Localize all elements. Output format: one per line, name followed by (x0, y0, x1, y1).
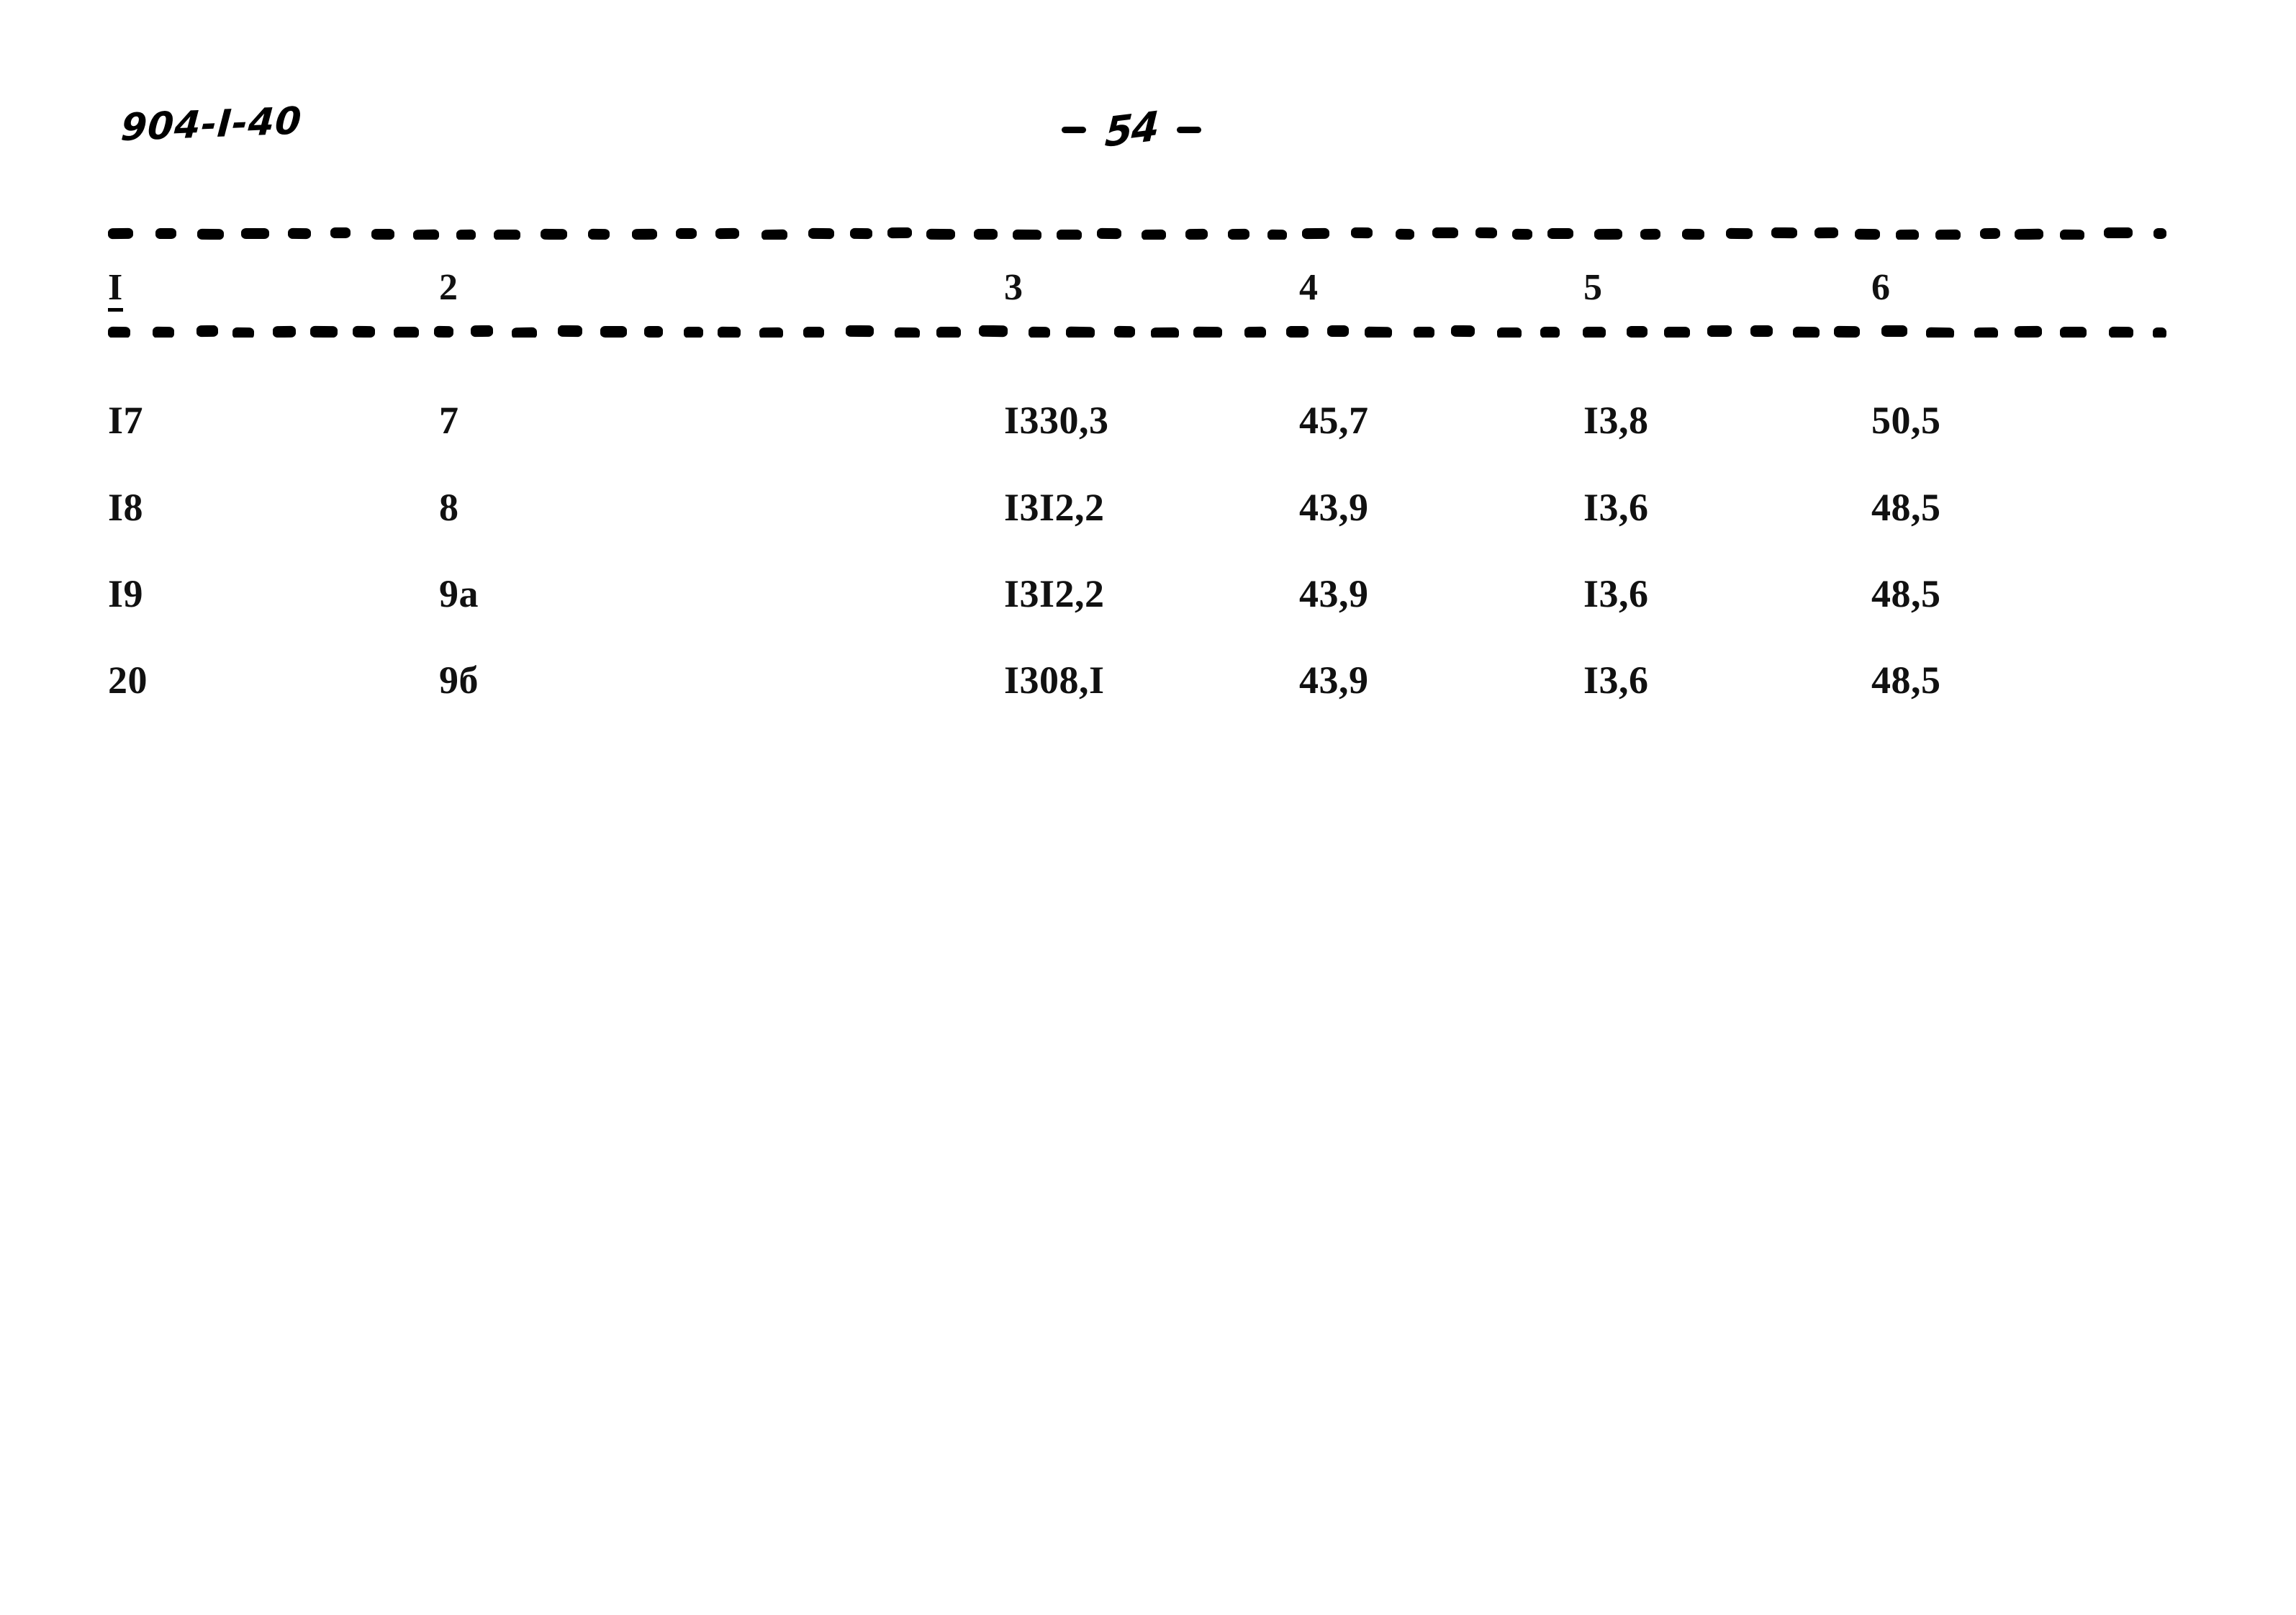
table-row: I9 (108, 572, 144, 615)
table-row: 50,5 (1871, 399, 1941, 442)
table-row: 43,9 (1299, 486, 1369, 529)
table-row: 7 (439, 399, 459, 442)
table-row: I3,8 (1583, 399, 1649, 442)
table-row: I3,6 (1583, 659, 1649, 702)
document-code-annotation: 904-I-40 (119, 99, 304, 150)
table-row: I7 (108, 399, 144, 442)
table-row: I3I2,2 (1004, 572, 1105, 615)
table-row: 48,5 (1871, 572, 1941, 615)
column-header-6: 6 (1871, 267, 1891, 308)
table-row: 9a (439, 572, 479, 615)
page-number-value: 54 (1103, 103, 1160, 157)
column-header-3: 3 (1004, 267, 1023, 308)
page-number-annotation: 54 (1062, 103, 1201, 157)
table-row: I8 (108, 486, 144, 529)
column-header-2: 2 (439, 267, 458, 308)
table-row: 45,7 (1299, 399, 1369, 442)
table-row: 9б (439, 659, 479, 702)
table-row: 48,5 (1871, 659, 1941, 702)
table-row: I3,6 (1583, 486, 1649, 529)
table-row: 43,9 (1299, 572, 1369, 615)
table-row: I3,6 (1583, 572, 1649, 615)
table-row: 43,9 (1299, 659, 1369, 702)
table-row: 8 (439, 486, 459, 529)
dashed-rule-top (108, 227, 2166, 240)
column-header-5: 5 (1583, 267, 1603, 308)
dashed-rule-bottom (108, 325, 2166, 338)
page-number-right-dash (1176, 127, 1201, 133)
column-header-4: 4 (1299, 267, 1319, 308)
table-row: 20 (108, 659, 148, 702)
table-row: I330,3 (1004, 399, 1109, 442)
document-page: 904-I-40 54 I 2 3 4 5 6 I7 7 I330,3 45,7… (0, 0, 2296, 1615)
page-number-left-dash (1062, 127, 1086, 133)
table-row: I3I2,2 (1004, 486, 1105, 529)
table-row: I308,I (1004, 659, 1105, 702)
table-row: 48,5 (1871, 486, 1941, 529)
column-header-1: I (108, 269, 123, 312)
